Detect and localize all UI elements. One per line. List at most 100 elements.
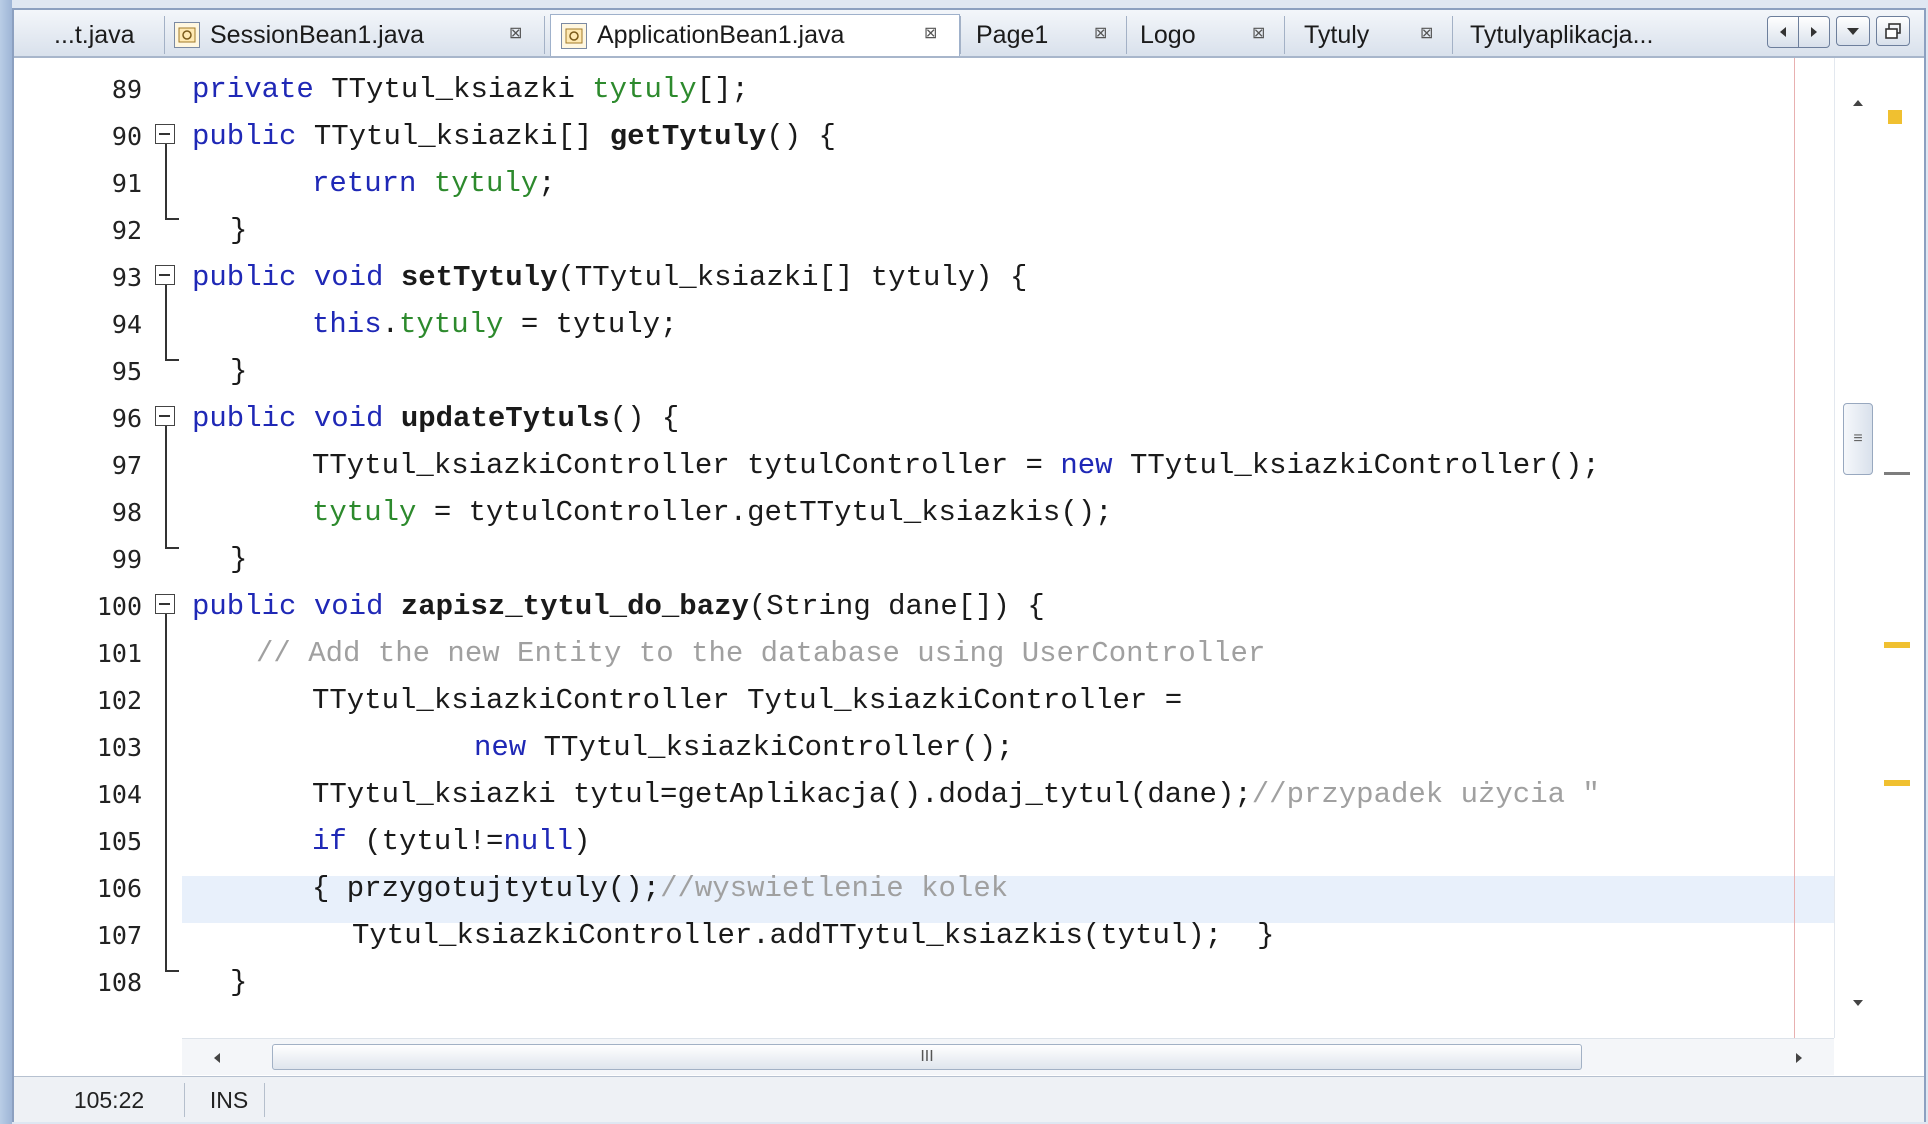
line-number: 102	[96, 686, 142, 715]
code-line-107: Tytul_ksiazkiController.addTTytul_ksiazk…	[352, 919, 1275, 952]
scroll-up-icon[interactable]	[1851, 98, 1865, 108]
close-tab-icon[interactable]: ⊠	[1094, 23, 1107, 43]
error-stripe-warning-mark[interactable]	[1884, 642, 1910, 648]
horizontal-scroll-thumb[interactable]: III	[272, 1044, 1582, 1070]
tab-separator	[1452, 16, 1453, 54]
line-number: 107	[96, 921, 142, 950]
error-stripe-warning-mark[interactable]	[1884, 780, 1910, 786]
tab-label: Page1	[976, 20, 1049, 49]
tab-separator	[164, 16, 165, 54]
tab-logo[interactable]: Logo	[1140, 14, 1196, 56]
chevron-down-icon	[1847, 28, 1859, 35]
line-number: 104	[96, 780, 142, 809]
editor-window: ...t.java SessionBean1.java ⊠ Applicatio…	[12, 8, 1926, 1122]
line-number: 91	[111, 169, 142, 198]
line-number: 101	[96, 639, 142, 668]
tab-label: Tytuly	[1304, 20, 1370, 49]
fold-collapse-icon[interactable]	[155, 594, 175, 614]
tab-t-java[interactable]: ...t.java	[54, 14, 135, 56]
fold-guide	[165, 614, 167, 970]
scroll-tabs-left-button[interactable]	[1768, 17, 1798, 47]
tab-tytuly[interactable]: Tytuly	[1304, 14, 1369, 56]
line-number: 97	[111, 451, 142, 480]
code-editor[interactable]: 89 90 91 92 93 94 95 96 97 98 99 100 101…	[14, 58, 1881, 1038]
insert-mode-indicator[interactable]: INS	[194, 1083, 265, 1117]
fold-end-marker	[165, 547, 179, 549]
line-number: 98	[111, 498, 142, 527]
tab-bar: ...t.java SessionBean1.java ⊠ Applicatio…	[14, 10, 1924, 58]
java-class-icon	[174, 22, 200, 48]
tab-separator	[960, 16, 961, 54]
vertical-scroll-thumb[interactable]: ≡	[1843, 403, 1873, 475]
code-line-92: }	[230, 214, 248, 247]
code-line-98: tytuly = tytulController.getTTytul_ksiaz…	[312, 496, 1113, 529]
tab-page1[interactable]: Page1	[976, 14, 1048, 56]
fold-collapse-icon[interactable]	[155, 265, 175, 285]
code-line-102: TTytul_ksiazkiController Tytul_ksiazkiCo…	[312, 684, 1183, 717]
line-number: 93	[111, 263, 142, 292]
code-line-95: }	[230, 355, 248, 388]
show-opened-documents-button[interactable]	[1836, 16, 1870, 46]
error-stripe-status-icon	[1888, 110, 1902, 124]
code-line-106: { przygotujtytuly();//wyswietlenie kolek	[312, 872, 1009, 905]
close-tab-icon[interactable]: ⊠	[1252, 23, 1265, 43]
fold-collapse-icon[interactable]	[155, 124, 175, 144]
scroll-left-icon[interactable]	[212, 1051, 222, 1065]
line-number: 106	[96, 874, 142, 903]
java-class-icon	[561, 22, 587, 49]
line-number: 96	[111, 404, 142, 433]
status-bar: 105:22 INS	[14, 1076, 1924, 1122]
code-line-94: this.tytuly = tytuly;	[312, 308, 678, 341]
line-number: 90	[111, 122, 142, 151]
tab-label: ...t.java	[54, 20, 135, 49]
window-left-edge	[0, 0, 12, 1124]
line-number: 103	[96, 733, 142, 762]
tab-label: Tytulyaplikacja...	[1470, 20, 1654, 49]
code-line-91: return tytuly;	[312, 167, 556, 200]
triangle-left-icon	[1780, 27, 1786, 37]
vertical-scrollbar[interactable]: ≡	[1834, 58, 1881, 1038]
grip-icon: III	[920, 1048, 934, 1065]
line-number: 89	[111, 75, 142, 104]
fold-collapse-icon[interactable]	[155, 406, 175, 426]
close-tab-icon[interactable]: ⊠	[1420, 23, 1433, 43]
fold-end-marker	[165, 218, 179, 220]
tab-separator	[1126, 16, 1127, 54]
tab-label: ApplicationBean1.java	[597, 21, 845, 49]
line-number: 108	[96, 968, 142, 997]
tab-applicationbean1[interactable]: ApplicationBean1.java	[550, 14, 960, 56]
fold-guide	[165, 285, 167, 359]
code-line-93: public void setTytuly(TTytul_ksiazki[] t…	[192, 261, 1028, 294]
caret-position: 105:22	[34, 1083, 185, 1117]
line-number: 92	[111, 216, 142, 245]
fold-end-marker	[165, 970, 179, 972]
scroll-tabs-right-button[interactable]	[1798, 17, 1829, 47]
maximize-window-button[interactable]	[1876, 16, 1910, 46]
code-line-105: if (tytul!=null)	[312, 825, 591, 858]
tab-label: SessionBean1.java	[210, 20, 425, 49]
triangle-right-icon	[1811, 27, 1817, 37]
line-number: 95	[111, 357, 142, 386]
code-line-108: }	[230, 966, 248, 999]
code-line-99: }	[230, 543, 248, 576]
tab-scroll-buttons	[1767, 16, 1830, 48]
error-stripe-mark[interactable]	[1884, 472, 1910, 475]
scroll-right-icon[interactable]	[1794, 1051, 1804, 1065]
tab-tytulyaplikacja[interactable]: Tytulyaplikacja...	[1470, 14, 1653, 56]
close-tab-icon[interactable]: ⊠	[924, 23, 937, 43]
code-line-103: new TTytul_ksiazkiController();	[474, 731, 1014, 764]
tab-sessionbean1[interactable]: SessionBean1.java	[174, 14, 424, 56]
fold-end-marker	[165, 359, 179, 361]
code-line-97: TTytul_ksiazkiController tytulController…	[312, 449, 1600, 482]
scroll-down-icon[interactable]	[1851, 998, 1865, 1008]
tab-separator	[544, 16, 545, 54]
tab-separator	[1284, 16, 1285, 54]
code-line-90: public TTytul_ksiazki[] getTytuly() {	[192, 120, 836, 153]
line-number: 99	[111, 545, 142, 574]
close-tab-icon[interactable]: ⊠	[509, 23, 522, 43]
restore-window-icon	[1885, 23, 1901, 39]
horizontal-scrollbar[interactable]: III	[182, 1038, 1834, 1075]
line-number: 100	[96, 592, 142, 621]
line-number-gutter: 89 90 91 92 93 94 95 96 97 98 99 100 101…	[14, 58, 154, 1038]
right-margin-line	[1794, 58, 1795, 1038]
